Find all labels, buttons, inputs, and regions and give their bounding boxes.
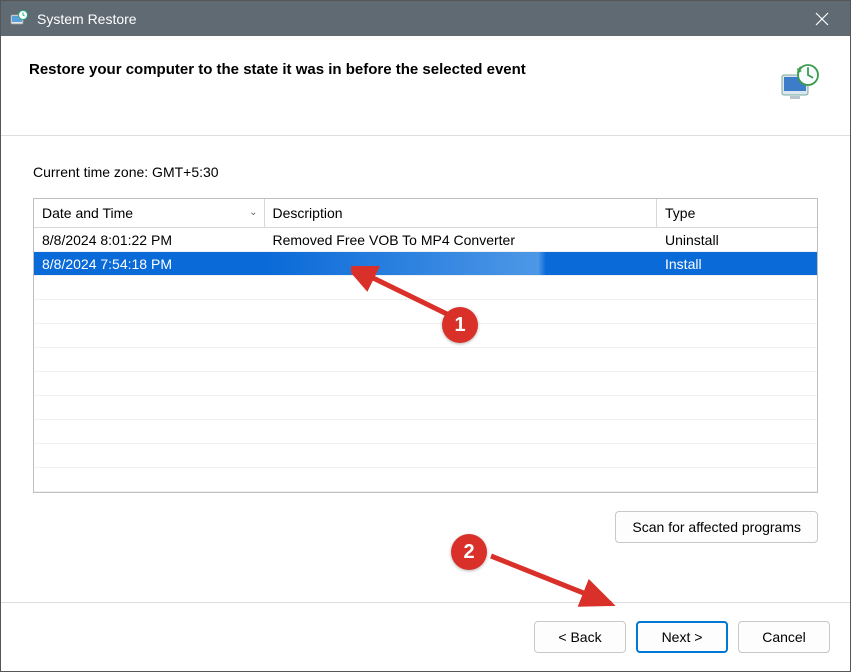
table-row-empty: [34, 420, 817, 444]
close-button[interactable]: [802, 1, 842, 36]
back-button[interactable]: < Back: [534, 621, 626, 653]
cell-type: Install: [657, 252, 817, 276]
column-header-datetime[interactable]: Date and Time ⌄: [34, 199, 264, 228]
page-title: Restore your computer to the state it wa…: [29, 61, 758, 78]
close-icon: [815, 12, 829, 26]
cell-type: Uninstall: [657, 228, 817, 252]
table-row-empty: [34, 468, 817, 492]
table-row-empty: [34, 324, 817, 348]
table-row-empty: [34, 276, 817, 300]
cell-description: Removed Free VOB To MP4 Converter: [264, 228, 657, 252]
window-title: System Restore: [37, 11, 802, 27]
annotation-badge-2: 2: [451, 534, 487, 570]
titlebar: System Restore: [1, 1, 850, 36]
timezone-label: Current time zone: GMT+5:30: [33, 164, 818, 180]
cell-datetime: 8/8/2024 7:54:18 PM: [34, 252, 264, 276]
restore-icon: [778, 61, 822, 105]
next-button[interactable]: Next >: [636, 621, 728, 653]
system-restore-window: System Restore Restore your computer to …: [0, 0, 851, 672]
annotation-badge-1: 1: [442, 307, 478, 343]
column-header-type[interactable]: Type: [657, 199, 817, 228]
table-row-empty: [34, 444, 817, 468]
sort-indicator-icon: ⌄: [249, 207, 257, 218]
table-row-empty: [34, 348, 817, 372]
app-icon: [9, 9, 29, 29]
cell-datetime: 8/8/2024 8:01:22 PM: [34, 228, 264, 252]
table-row-empty: [34, 372, 817, 396]
wizard-header: Restore your computer to the state it wa…: [1, 36, 850, 136]
wizard-content: Current time zone: GMT+5:30 Date and Tim…: [1, 136, 850, 602]
cell-description: [264, 252, 657, 276]
column-header-description[interactable]: Description: [264, 199, 657, 228]
table-row-empty: [34, 300, 817, 324]
scan-affected-button[interactable]: Scan for affected programs: [615, 511, 818, 543]
table-row[interactable]: 8/8/2024 8:01:22 PM Removed Free VOB To …: [34, 228, 817, 252]
scan-row: Scan for affected programs: [33, 493, 818, 553]
wizard-footer: < Back Next > Cancel: [1, 602, 850, 671]
cancel-button[interactable]: Cancel: [738, 621, 830, 653]
table-row[interactable]: 8/8/2024 7:54:18 PM Install: [34, 252, 817, 276]
table-row-empty: [34, 396, 817, 420]
restore-points-table: Date and Time ⌄ Description Type 8/8/202…: [33, 198, 818, 493]
